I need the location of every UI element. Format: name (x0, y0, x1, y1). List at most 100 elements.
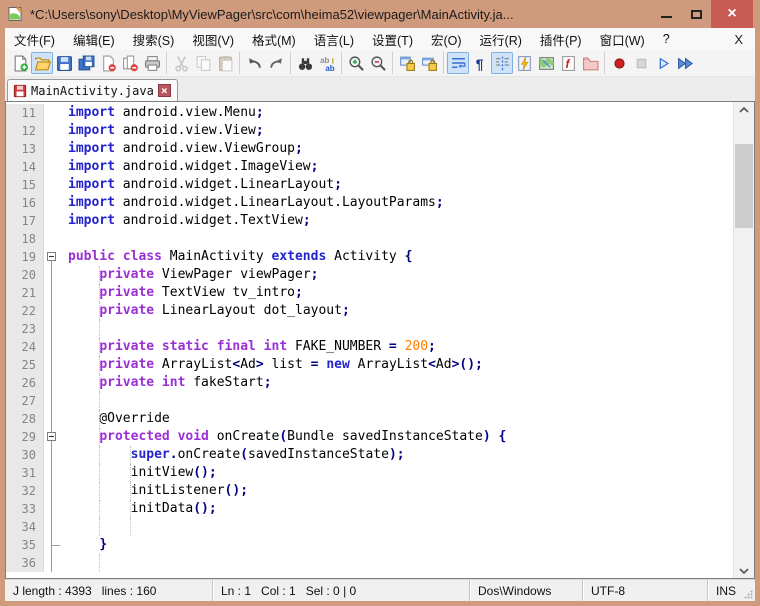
vertical-scrollbar[interactable] (733, 102, 754, 578)
sync-horizontal-icon[interactable] (418, 52, 440, 74)
code-line-22[interactable]: 22 private LinearLayout dot_layout; (6, 302, 733, 320)
scroll-down-icon[interactable] (734, 563, 754, 578)
code-line-11[interactable]: 11 import android.view.Menu; (6, 104, 733, 122)
stop-macro-icon[interactable] (630, 52, 652, 74)
zoom-out-icon[interactable] (367, 52, 389, 74)
code-line-34[interactable]: 34 (6, 518, 733, 536)
lightning-doc-icon[interactable] (513, 52, 535, 74)
code-line-15[interactable]: 15 import android.widget.LinearLayout; (6, 176, 733, 194)
show-all-chars-icon[interactable]: ¶ (469, 52, 491, 74)
menu-item-window[interactable]: 窗口(W) (591, 28, 654, 50)
menu-item-macro[interactable]: 宏(O) (422, 28, 471, 50)
cut-icon[interactable] (170, 52, 192, 74)
line-number: 31 (6, 464, 44, 482)
code-line-24[interactable]: 24 private static final int FAKE_NUMBER … (6, 338, 733, 356)
fold-margin (44, 482, 60, 500)
code-line-19[interactable]: 19 public class MainActivity extends Acti… (6, 248, 733, 266)
fold-collapse-icon[interactable] (47, 252, 56, 261)
code-line-27[interactable]: 27 (6, 392, 733, 410)
fold-margin (44, 140, 60, 158)
close-doc-icon[interactable] (97, 52, 119, 74)
save-icon[interactable] (53, 52, 75, 74)
menu-item-run[interactable]: 运行(R) (471, 28, 531, 50)
code-line-13[interactable]: 13 import android.view.ViewGroup; (6, 140, 733, 158)
tab-close-icon[interactable]: × (157, 84, 171, 97)
menubar-close-doc-button[interactable]: X (722, 32, 755, 47)
indent-guide-line (99, 410, 101, 428)
record-macro-icon[interactable] (608, 52, 630, 74)
line-number: 33 (6, 500, 44, 518)
menu-item-plugins[interactable]: 插件(P) (531, 28, 591, 50)
scroll-up-icon[interactable] (734, 102, 754, 117)
replace-icon[interactable]: ab ab (316, 52, 338, 74)
fold-collapse-icon[interactable] (47, 432, 56, 441)
code-line-17[interactable]: 17 import android.widget.TextView; (6, 212, 733, 230)
redo-icon[interactable] (265, 52, 287, 74)
indent-guide-line (130, 446, 132, 464)
menu-item-search[interactable]: 搜索(S) (124, 28, 184, 50)
print-icon[interactable] (141, 52, 163, 74)
code-line-26[interactable]: 26 private int fakeStart; (6, 374, 733, 392)
indent-guide-line (99, 392, 101, 410)
copy-icon[interactable] (192, 52, 214, 74)
word-wrap-icon[interactable] (447, 52, 469, 74)
save-all-icon[interactable] (75, 52, 97, 74)
code-line-20[interactable]: 20 private ViewPager viewPager; (6, 266, 733, 284)
line-number: 19 (6, 248, 44, 266)
new-file-icon[interactable] (9, 52, 31, 74)
menu-item-format[interactable]: 格式(M) (243, 28, 305, 50)
fold-margin (44, 536, 60, 554)
function-list-icon[interactable]: f (557, 52, 579, 74)
code-line-23[interactable]: 23 (6, 320, 733, 338)
scrollbar-thumb[interactable] (735, 144, 753, 228)
code-line-12[interactable]: 12 import android.view.View; (6, 122, 733, 140)
open-file-icon[interactable] (31, 52, 53, 74)
code-line-32[interactable]: 32 initListener(); (6, 482, 733, 500)
code-text: import android.widget.LinearLayout; (68, 177, 342, 192)
maximize-button[interactable] (681, 0, 711, 28)
find-icon[interactable] (294, 52, 316, 74)
paste-icon[interactable] (214, 52, 236, 74)
menu-item-help[interactable]: ? (654, 28, 679, 50)
indent-guide-line (99, 554, 101, 572)
code-line-33[interactable]: 33 initData(); (6, 500, 733, 518)
undo-icon[interactable] (243, 52, 265, 74)
sync-vertical-icon[interactable] (396, 52, 418, 74)
tab-label: MainActivity.java (31, 83, 154, 98)
code-area[interactable]: 11 import android.view.Menu; 12 import andr… (6, 102, 733, 578)
indent-guide-icon[interactable] (491, 52, 513, 74)
close-button[interactable]: × (711, 0, 753, 28)
code-line-30[interactable]: 30 super.onCreate(savedInstanceState); (6, 446, 733, 464)
code-line-31[interactable]: 31 initView(); (6, 464, 733, 482)
code-line-29[interactable]: 29 protected void onCreate(Bundle savedI… (6, 428, 733, 446)
code-line-28[interactable]: 28 @Override (6, 410, 733, 428)
code-line-36[interactable]: 36 (6, 554, 733, 572)
code-line-25[interactable]: 25 private ArrayList<Ad> list = new Arra… (6, 356, 733, 374)
doc-map-icon[interactable] (535, 52, 557, 74)
menu-item-language[interactable]: 语言(L) (305, 28, 363, 50)
fold-margin (44, 410, 60, 428)
code-line-16[interactable]: 16 import android.widget.LinearLayout.Lay… (6, 194, 733, 212)
folder-workspace-icon[interactable] (579, 52, 601, 74)
menu-item-settings[interactable]: 设置(T) (363, 28, 422, 50)
fold-margin (44, 356, 60, 374)
close-all-icon[interactable] (119, 52, 141, 74)
code-line-35[interactable]: 35 } (6, 536, 733, 554)
tab-mainactivity-java[interactable]: MainActivity.java × (7, 79, 178, 101)
menu-item-edit[interactable]: 编辑(E) (64, 28, 124, 50)
code-line-14[interactable]: 14 import android.widget.ImageView; (6, 158, 733, 176)
resize-grip[interactable] (742, 580, 755, 601)
run-macro-multiple-icon[interactable] (674, 52, 696, 74)
menu-item-view[interactable]: 视图(V) (183, 28, 243, 50)
editor[interactable]: 11 import android.view.Menu; 12 import andr… (5, 101, 755, 579)
line-number: 30 (6, 446, 44, 464)
play-macro-icon[interactable] (652, 52, 674, 74)
minimize-button[interactable] (651, 0, 681, 28)
menu-item-file[interactable]: 文件(F) (5, 28, 64, 50)
zoom-in-icon[interactable] (345, 52, 367, 74)
code-line-21[interactable]: 21 private TextView tv_intro; (6, 284, 733, 302)
indent-guide-line (99, 374, 101, 392)
code-line-18[interactable]: 18 (6, 230, 733, 248)
svg-text:¶: ¶ (475, 55, 483, 71)
